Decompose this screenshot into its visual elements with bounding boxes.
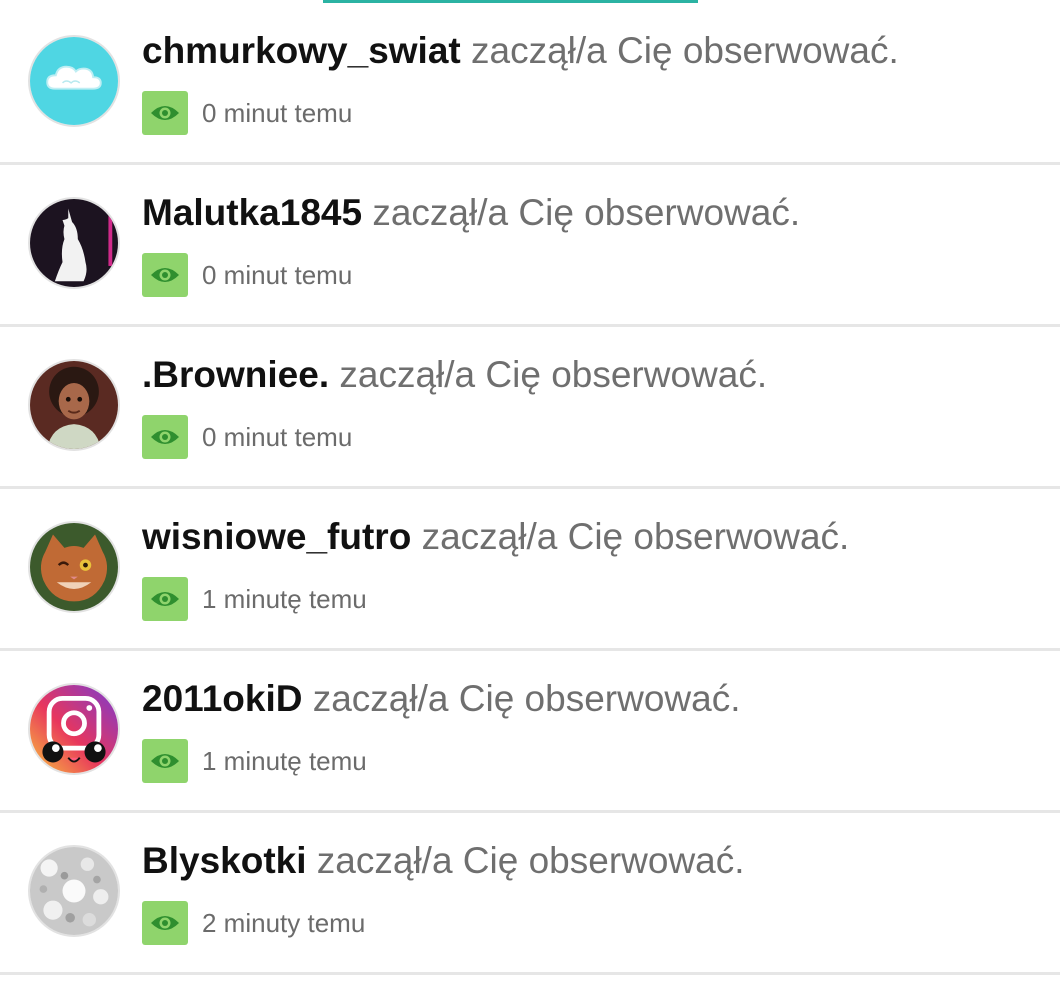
notification-action: zaczął/a Cię obserwować.: [421, 516, 850, 557]
notification-meta: 2 minuty temu: [142, 901, 365, 945]
timestamp: 2 minuty temu: [202, 907, 366, 938]
notification-action: zaczął/a Cię obserwować.: [471, 30, 899, 71]
notification-text: Blyskotki zaczął/a Cię obserwować.: [142, 835, 745, 887]
username-link[interactable]: Blyskotki: [142, 840, 307, 881]
eye-icon: [142, 253, 188, 297]
notification-action: zaczął/a Cię obserwować.: [339, 354, 768, 395]
notification-action: zaczął/a Cię obserwować.: [312, 678, 741, 719]
eye-icon: [142, 415, 188, 459]
cloud-avatar-icon[interactable]: [28, 35, 120, 127]
notification-text: chmurkowy_swiat zaczął/a Cię obserwować.: [142, 25, 899, 77]
username-link[interactable]: .Browniee.: [142, 354, 329, 395]
notification-meta: 1 minutę temu: [142, 739, 367, 783]
notification-meta: 0 minut temu: [142, 415, 352, 459]
notification-text: wisniowe_futro zaczął/a Cię obserwować.: [142, 511, 849, 563]
username-link[interactable]: Malutka1845: [142, 192, 362, 233]
notification-item[interactable]: .Browniee. zaczął/a Cię obserwować. 0 mi…: [0, 327, 1060, 489]
cat-avatar-icon[interactable]: [28, 521, 120, 613]
notification-item[interactable]: Blyskotki zaczął/a Cię obserwować. 2 min…: [0, 813, 1060, 975]
eye-icon: [142, 91, 188, 135]
notification-item[interactable]: chmurkowy_swiat zaczął/a Cię obserwować.…: [0, 3, 1060, 165]
username-link[interactable]: wisniowe_futro: [142, 516, 411, 557]
notification-action: zaczął/a Cię obserwować.: [372, 192, 801, 233]
eye-icon: [142, 577, 188, 621]
wolf-silhouette-avatar-icon[interactable]: [28, 197, 120, 289]
timestamp: 1 minutę temu: [202, 745, 367, 776]
notification-meta: 0 minut temu: [142, 253, 352, 297]
cartoon-boy-avatar-icon[interactable]: [28, 359, 120, 451]
notification-meta: 0 minut temu: [142, 91, 352, 135]
timestamp: 0 minut temu: [202, 421, 353, 452]
notification-text: .Browniee. zaczął/a Cię obserwować.: [142, 349, 767, 401]
notification-text: Malutka1845 zaczął/a Cię obserwować.: [142, 187, 800, 239]
notification-item[interactable]: Malutka1845 zaczął/a Cię obserwować. 0 m…: [0, 165, 1060, 327]
eye-icon: [142, 739, 188, 783]
notification-item[interactable]: 2011okiD zaczął/a Cię obserwować. 1 minu…: [0, 651, 1060, 813]
notification-text: 2011okiD zaczął/a Cię obserwować.: [142, 673, 740, 725]
glitter-avatar-icon[interactable]: [28, 845, 120, 937]
username-link[interactable]: chmurkowy_swiat: [142, 30, 461, 71]
timestamp: 0 minut temu: [202, 259, 353, 290]
notification-list: chmurkowy_swiat zaczął/a Cię obserwować.…: [0, 3, 1060, 975]
notification-action: zaczął/a Cię obserwować.: [316, 840, 745, 881]
timestamp: 0 minut temu: [202, 97, 353, 128]
username-link[interactable]: 2011okiD: [142, 678, 302, 719]
notification-meta: 1 minutę temu: [142, 577, 367, 621]
instagram-kawaii-avatar-icon[interactable]: [28, 683, 120, 775]
timestamp: 1 minutę temu: [202, 583, 367, 614]
notification-item[interactable]: wisniowe_futro zaczął/a Cię obserwować. …: [0, 489, 1060, 651]
eye-icon: [142, 901, 188, 945]
